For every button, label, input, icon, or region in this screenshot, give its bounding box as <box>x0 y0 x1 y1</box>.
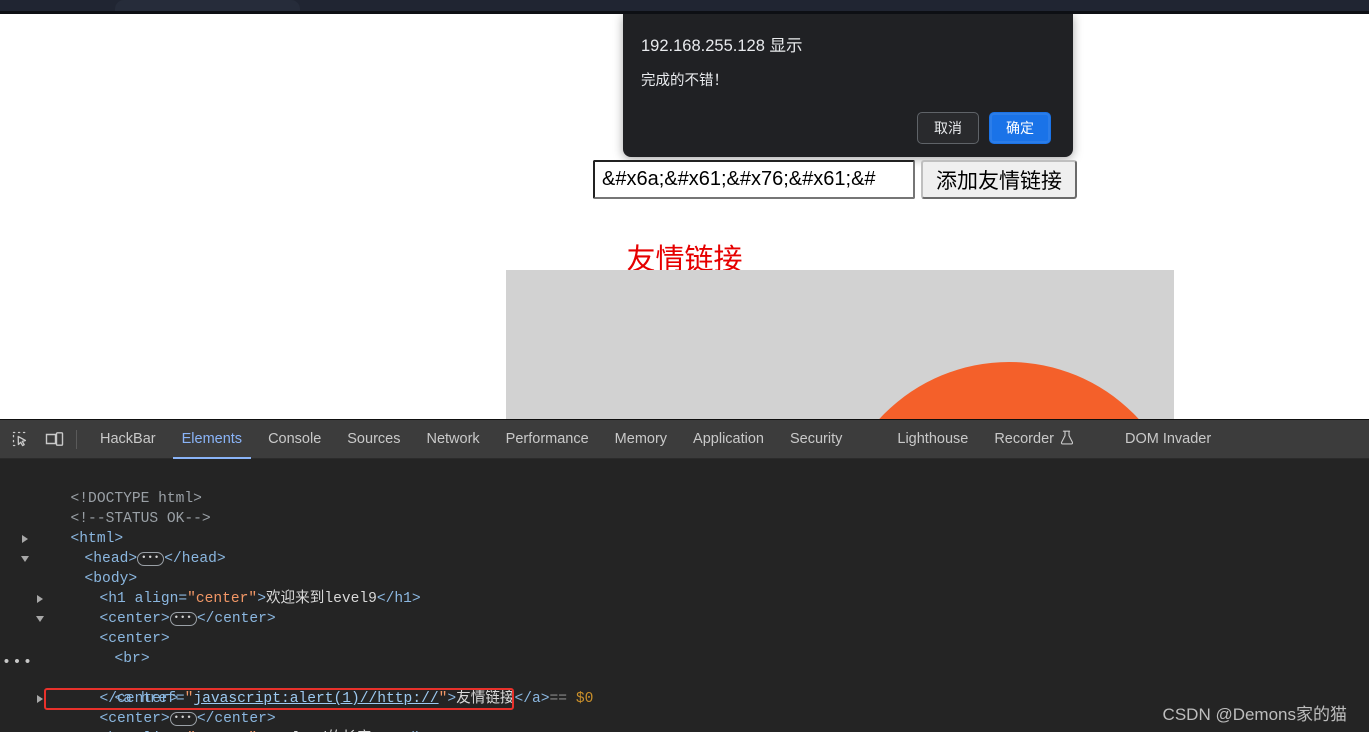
dialog-message-text: 完成的不错！ <box>641 73 728 89</box>
dom-line-center-close-2: </center> <box>0 669 1369 707</box>
chevron-right-icon-head[interactable] <box>22 535 28 543</box>
add-friend-link-form: 添加友情链接 <box>593 160 1077 199</box>
flask-icon <box>1060 430 1074 449</box>
browser-chrome-strip <box>0 0 1369 11</box>
javascript-alert-dialog: 192.168.255.128 显示 完成的不错！ 取消 确定 <box>623 14 1073 157</box>
dom-line-html-open: <html> <box>0 509 1369 547</box>
chevron-down-icon-center-2[interactable] <box>36 616 44 622</box>
dom-tree-view[interactable]: <!DOCTYPE html> <!--STATUS OK--> <html> … <box>0 459 1369 732</box>
inspect-element-icon[interactable] <box>6 425 34 453</box>
tab-lighthouse[interactable]: Lighthouse <box>884 420 981 459</box>
devtools-tab-bar: HackBar Elements Console Sources Network… <box>87 420 1224 459</box>
tab-console[interactable]: Console <box>255 420 334 459</box>
tab-dom-invader[interactable]: DOM Invader <box>1112 420 1224 459</box>
orange-circle-shape <box>833 362 1174 419</box>
embedded-image <box>506 270 1174 419</box>
dialog-cancel-button[interactable]: 取消 <box>917 112 979 144</box>
dom-line-h3: <h3 align="center">payload的长度:78</h3> <box>0 709 1369 732</box>
toggle-device-toolbar-icon[interactable] <box>40 425 68 453</box>
dom-line-center-collapsed-1[interactable]: <center> ••• </center> <box>0 589 1369 627</box>
devtools-toolbar: HackBar Elements Console Sources Network… <box>0 420 1369 459</box>
chevron-down-icon-body[interactable] <box>21 556 29 562</box>
devtools-panel: HackBar Elements Console Sources Network… <box>0 419 1369 732</box>
dom-line-br: <br> <box>0 629 1369 667</box>
dom-line-status-comment: <!--STATUS OK--> <box>0 489 1369 527</box>
tab-recorder-label: Recorder <box>994 431 1054 447</box>
tab-hackbar[interactable]: HackBar <box>87 420 169 459</box>
tab-elements[interactable]: Elements <box>169 420 255 459</box>
add-friend-link-button[interactable]: 添加友情链接 <box>921 160 1077 199</box>
dom-line-doctype: <!DOCTYPE html> <box>0 469 1369 507</box>
tab-application[interactable]: Application <box>680 420 777 459</box>
page-viewport: 192.168.255.128 显示 完成的不错！ 取消 确定 添加友情链接 友… <box>0 14 1369 419</box>
dom-line-center-open-2[interactable]: <center> <box>0 609 1369 647</box>
dom-line-head[interactable]: <head> ••• </head> <box>0 529 1369 567</box>
dom-line-center-collapsed-3[interactable]: <center> ••• </center> <box>0 689 1369 727</box>
tab-memory[interactable]: Memory <box>602 420 680 459</box>
dialog-actions: 取消 确定 <box>917 112 1051 144</box>
tab-security[interactable]: Security <box>777 420 855 459</box>
toolbar-divider <box>76 429 77 449</box>
tab-recorder[interactable]: Recorder <box>981 420 1086 459</box>
browser-tab-ghost[interactable] <box>115 0 300 11</box>
dialog-origin-text: 192.168.255.128 显示 <box>641 37 803 55</box>
chevron-right-icon-center-1[interactable] <box>37 595 43 603</box>
tab-sources[interactable]: Sources <box>334 420 413 459</box>
chevron-right-icon-center-3[interactable] <box>37 695 43 703</box>
dom-line-h1: <h1 align="center">欢迎来到level9</h1> <box>0 569 1369 607</box>
dialog-confirm-button[interactable]: 确定 <box>989 112 1051 144</box>
friend-link-input[interactable] <box>593 160 915 199</box>
tab-performance[interactable]: Performance <box>493 420 602 459</box>
tab-network[interactable]: Network <box>413 420 492 459</box>
dom-line-body-open[interactable]: <body> <box>0 549 1369 587</box>
dom-line-anchor-selected[interactable]: ••• <a href="javascript:alert(1)//http:/… <box>0 649 1369 710</box>
